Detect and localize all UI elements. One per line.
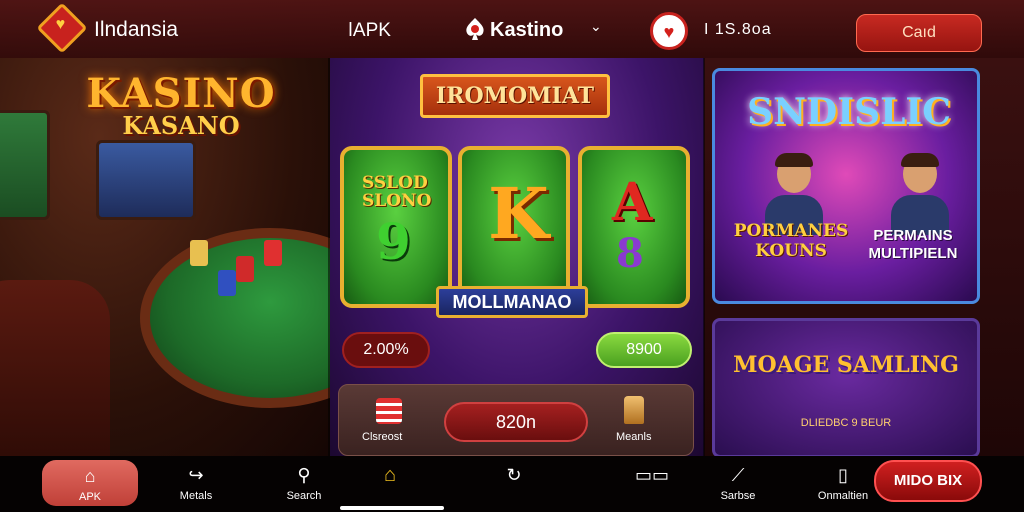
nav-label: Sarbse xyxy=(720,490,756,502)
bottle-label: Meanls xyxy=(616,431,652,443)
nav-item-sarbse[interactable]: ⟋ Sarbse xyxy=(706,456,770,512)
win-amount-pill[interactable]: 8900 xyxy=(596,332,692,368)
chip-label: Clsreost xyxy=(362,431,403,443)
reel-symbol: A xyxy=(612,172,653,233)
promo-banner[interactable]: IROMOMIAT xyxy=(420,74,610,118)
promo-card-bottom[interactable]: MOAGE SAMLING DLIEDBC 9 BEUR xyxy=(712,318,980,458)
slot-machine-image xyxy=(96,140,196,220)
logo-line1: KASINO xyxy=(86,70,276,117)
brand-name[interactable]: Ilndansia xyxy=(94,18,178,42)
spade-icon xyxy=(466,18,484,40)
poker-table-image xyxy=(140,228,330,408)
promo-left-text: PORMANES KOUNS xyxy=(733,221,849,261)
nav-label: APK xyxy=(78,491,101,503)
nav-item-onmaltien[interactable]: ▯ Onmaltien xyxy=(808,456,878,512)
reel-symbol: 9 xyxy=(376,212,411,271)
nav-item-metals[interactable]: ↪ Metals xyxy=(164,456,228,512)
balance-display: I 1S.8oa xyxy=(704,21,772,38)
bottle-icon[interactable] xyxy=(624,396,644,424)
nav-item-tabs[interactable]: ▭▭ xyxy=(620,456,684,512)
promo-card-top[interactable]: SNDISLIC PORMANES KOUNS PERMAINS MULTIPI… xyxy=(712,68,980,304)
card-button[interactable]: Caıd xyxy=(856,14,982,52)
home-icon: ⌂ xyxy=(84,466,96,486)
heart-icon[interactable]: ♥ xyxy=(650,12,688,50)
kastino-title[interactable]: Kastino xyxy=(490,19,563,42)
promo-title: MOAGE SAMLING xyxy=(733,352,959,378)
share-icon: ↪ xyxy=(188,465,204,485)
apk-link[interactable]: ǀAPK xyxy=(348,20,391,42)
divider xyxy=(703,58,705,456)
nav-label: Metals xyxy=(179,490,213,502)
slot-machine-image xyxy=(0,110,50,220)
chip-icon[interactable] xyxy=(376,398,402,424)
slot-reel[interactable]: K xyxy=(458,146,570,308)
search-icon: ⚲ xyxy=(297,465,311,485)
reel-symbol: K xyxy=(488,172,549,255)
person-image xyxy=(891,153,949,235)
phone-icon: ▯ xyxy=(838,465,848,485)
nav-label: Onmaltien xyxy=(817,490,869,502)
kasino-logo: KASINO KASANO xyxy=(66,70,296,140)
nav-item-refresh[interactable]: ↻ xyxy=(486,456,542,512)
nav-item-search[interactable]: ⚲ Search xyxy=(272,456,336,512)
home-icon: ⌂ xyxy=(383,464,397,486)
top-bar: ♥ Ilndansia ǀAPK Kastino ⌄ ♥ I 1S.8oa Ca… xyxy=(0,0,1024,58)
nav-label: Search xyxy=(286,490,322,502)
chip-stack-image xyxy=(190,240,208,266)
chip-stack-image xyxy=(264,240,282,266)
casino-scene-panel: KASINO KASANO xyxy=(0,0,330,456)
tabs-icon: ▭▭ xyxy=(634,465,669,485)
reel-label: MOLLMANAO xyxy=(436,286,588,318)
reel-text: SSLOD SLONO xyxy=(362,173,432,211)
nav-item-home[interactable]: ⌂ xyxy=(362,456,418,512)
promo-subtitle: DLIEDBC 9 BEUR xyxy=(800,417,892,429)
chip-stack-image xyxy=(218,270,236,296)
chevron-down-icon[interactable]: ⌄ xyxy=(590,18,602,35)
bottom-nav: ⌂ APK ↪ Metals ⚲ Search ⌂ ↻ ▭▭ ⟋ Sarbse … xyxy=(0,456,1024,512)
percentage-pill[interactable]: 2.00% xyxy=(342,332,430,368)
refresh-icon: ↻ xyxy=(506,465,522,485)
chair-image xyxy=(0,280,110,456)
slot-reel[interactable]: SSLOD SLONO 9 xyxy=(340,146,452,308)
bandage-icon: ⟋ xyxy=(731,465,745,485)
bet-amount-button[interactable]: 820n xyxy=(444,402,588,442)
card-suit-icon[interactable]: ♥ xyxy=(36,2,88,54)
divider xyxy=(328,58,330,456)
reel-symbol: 8 xyxy=(616,230,644,277)
chip-stack-image xyxy=(236,256,254,282)
promo-right-text: PERMAINS MULTIPIELN xyxy=(868,227,958,262)
mido-bix-button[interactable]: MIDO BIX xyxy=(874,460,982,502)
slot-reel[interactable]: A 8 xyxy=(578,146,690,308)
nav-item-apk[interactable]: ⌂ APK xyxy=(42,460,138,506)
home-indicator[interactable] xyxy=(340,506,444,510)
promo-title: SNDISLIC xyxy=(747,91,951,133)
